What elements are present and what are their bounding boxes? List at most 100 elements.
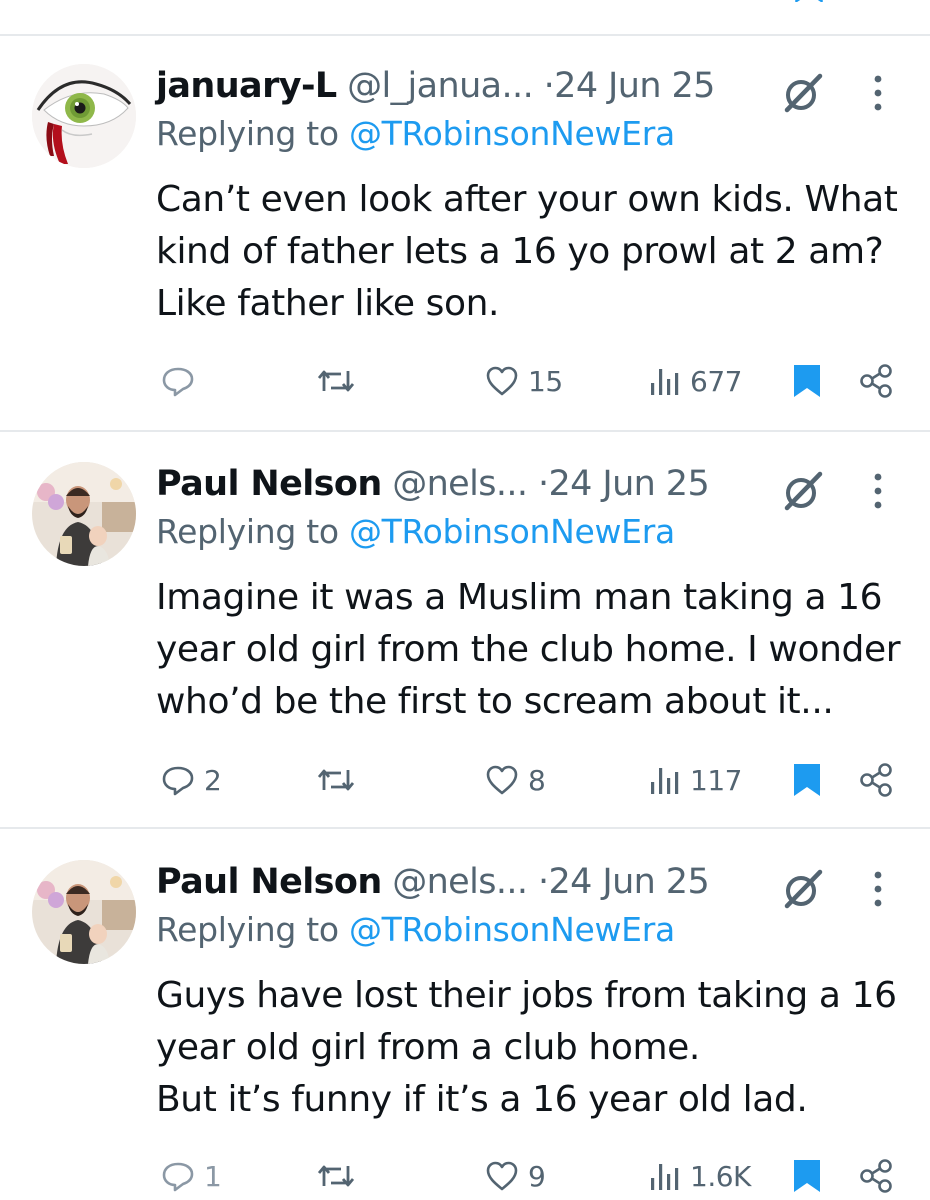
display-name[interactable]: january-L <box>156 66 337 106</box>
eye-avatar[interactable] <box>32 64 136 168</box>
retweet-button[interactable] <box>316 1156 356 1196</box>
separator: · <box>543 66 555 106</box>
tweet-date[interactable]: 24 Jun 25 <box>549 464 710 504</box>
user-handle[interactable]: @nels... <box>392 862 528 902</box>
bookmark-button[interactable] <box>792 1156 822 1196</box>
reply-icon <box>162 1162 194 1192</box>
separator: · <box>537 862 549 902</box>
view-count: 117 <box>690 763 742 797</box>
view-count: 1.6K <box>690 1159 751 1193</box>
mention-link[interactable]: @TRobinsonNewEra <box>349 114 675 153</box>
replying-to: Replying to @TRobinsonNewEra <box>156 510 675 554</box>
tweet-text: Guys have lost their jobs from taking a … <box>156 970 916 1126</box>
divider <box>0 430 930 432</box>
share-icon <box>860 1159 892 1193</box>
tweet-header: january-L @l_janua... ·24 Jun 25 <box>156 64 715 108</box>
tweet-text-line: who’d be the first to scream about it... <box>156 681 834 722</box>
views-chart-icon <box>651 369 679 395</box>
mention-link[interactable]: @TRobinsonNewEra <box>349 910 675 949</box>
share-button[interactable] <box>858 1156 894 1196</box>
tweet-text-line: Imagine it was a Muslim man taking a 16 <box>156 577 883 618</box>
more-options-icon[interactable] <box>866 470 890 512</box>
view-count: 677 <box>690 364 742 398</box>
reply-icon <box>162 367 194 397</box>
user-handle[interactable]: @l_janua... <box>347 66 534 106</box>
reply-button[interactable]: 2 <box>160 760 222 800</box>
retweet-icon <box>317 769 355 791</box>
grok-icon[interactable] <box>780 866 826 912</box>
views-button[interactable]: 1.6K <box>648 1156 751 1196</box>
more-options-icon[interactable] <box>866 72 890 114</box>
more-options-icon[interactable] <box>866 868 890 910</box>
replying-to: Replying to @TRobinsonNewEra <box>156 908 675 952</box>
tweet-date[interactable]: 24 Jun 25 <box>554 66 715 106</box>
retweet-button[interactable] <box>316 361 356 401</box>
views-chart-icon <box>651 768 679 794</box>
replying-to-label: Replying to <box>156 910 339 949</box>
bookmark-icon <box>794 1160 820 1192</box>
tweet[interactable]: Paul Nelson @nels... ·24 Jun 25 Replying… <box>0 462 930 822</box>
tweet[interactable]: Paul Nelson @nels... ·24 Jun 25 Replying… <box>0 860 930 1200</box>
like-button[interactable]: 15 <box>484 361 563 401</box>
tweet-text: Imagine it was a Muslim man taking a 16 … <box>156 572 916 728</box>
tweet-text: Can’t even look after your own kids. Wha… <box>156 174 916 330</box>
like-count: 9 <box>528 1159 546 1193</box>
tweet-date[interactable]: 24 Jun 25 <box>549 862 710 902</box>
display-name[interactable]: Paul Nelson <box>156 464 382 504</box>
replying-to-label: Replying to <box>156 512 339 551</box>
tweet-text-line: Guys have lost their jobs from taking a … <box>156 975 897 1016</box>
share-button[interactable] <box>858 760 894 800</box>
like-button[interactable]: 8 <box>484 760 546 800</box>
bookmark-button[interactable] <box>792 361 822 401</box>
views-button[interactable]: 117 <box>648 760 742 800</box>
share-icon <box>860 763 892 797</box>
heart-icon <box>486 366 518 396</box>
share-icon <box>860 364 892 398</box>
heart-icon <box>486 765 518 795</box>
person-photo-avatar[interactable] <box>32 860 136 964</box>
display-name[interactable]: Paul Nelson <box>156 862 382 902</box>
reply-count: 1 <box>204 1159 222 1193</box>
reply-button[interactable]: 1 <box>160 1156 222 1196</box>
user-handle[interactable]: @nels... <box>392 464 528 504</box>
bookmark-icon <box>794 764 820 796</box>
tweet-actions: 15 677 <box>0 361 930 401</box>
reply-icon[interactable] <box>190 0 210 2</box>
tweet-text-line: year old girl from a club home. <box>156 1027 700 1068</box>
bookmark-button[interactable] <box>792 760 822 800</box>
reply-count: 2 <box>204 763 222 797</box>
tweet[interactable]: january-L @l_janua... ·24 Jun 25 Replyin… <box>0 64 930 424</box>
share-icon[interactable] <box>872 0 894 2</box>
retweet-icon <box>317 370 355 392</box>
tweet-text-line: year old girl from the club home. I wond… <box>156 629 901 670</box>
previous-tweet-actions-fragment <box>0 0 930 34</box>
bookmark-icon[interactable] <box>794 0 824 2</box>
views-button[interactable]: 677 <box>648 361 742 401</box>
retweet-icon <box>317 1165 355 1187</box>
divider <box>0 827 930 829</box>
share-button[interactable] <box>858 361 894 401</box>
tweet-actions: 2 8 117 <box>0 760 930 800</box>
replying-to-label: Replying to <box>156 114 339 153</box>
grok-icon[interactable] <box>780 468 826 514</box>
person-photo-avatar[interactable] <box>32 462 136 566</box>
tweet-header: Paul Nelson @nels... ·24 Jun 25 <box>156 860 710 904</box>
separator: · <box>537 464 549 504</box>
reply-button[interactable] <box>160 361 204 401</box>
replying-to: Replying to @TRobinsonNewEra <box>156 112 675 156</box>
tweet-header: Paul Nelson @nels... ·24 Jun 25 <box>156 462 710 506</box>
mention-link[interactable]: @TRobinsonNewEra <box>349 512 675 551</box>
tweet-text-line: But it’s funny if it’s a 16 year old lad… <box>156 1079 808 1120</box>
grok-icon[interactable] <box>780 70 826 116</box>
bookmark-icon <box>794 365 820 397</box>
tweet-text-line: Can’t even look after your own kids. Wha… <box>156 179 898 220</box>
heart-icon <box>486 1161 518 1191</box>
views-chart-icon <box>651 1164 679 1190</box>
reply-icon <box>162 766 194 796</box>
tweet-text-line: kind of father lets a 16 yo prowl at 2 a… <box>156 231 884 272</box>
retweet-button[interactable] <box>316 760 356 800</box>
like-button[interactable]: 9 <box>484 1156 546 1196</box>
tweet-text-line: Like father like son. <box>156 283 500 324</box>
like-count: 15 <box>528 364 563 398</box>
like-count: 8 <box>528 763 546 797</box>
